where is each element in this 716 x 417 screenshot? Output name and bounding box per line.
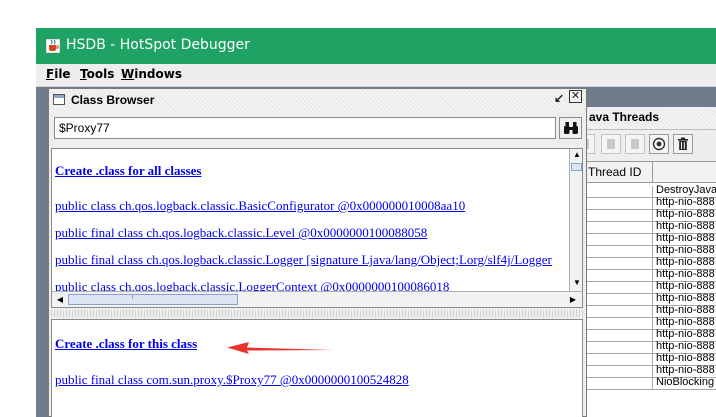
class-list-pane: Create .class for all classes public cla… bbox=[51, 148, 583, 308]
thread-name-cell: http-nio-888 bbox=[656, 316, 715, 328]
create-all-classes-link[interactable]: Create .class for all classes bbox=[55, 163, 201, 179]
class-browser-titlebar[interactable]: Class Browser ↙︎ ✕ bbox=[49, 89, 586, 113]
toolbar-disabled-button[interactable] bbox=[625, 134, 645, 154]
menu-bar: File Tools Windows bbox=[36, 64, 716, 87]
menu-tools[interactable]: Tools bbox=[80, 67, 114, 81]
window-title: HSDB - HotSpot Debugger bbox=[66, 37, 250, 53]
thread-id-cell bbox=[583, 234, 653, 245]
class-link[interactable]: public final class ch.qos.logback.classi… bbox=[55, 252, 552, 268]
java-threads-title: ava Threads bbox=[589, 110, 664, 124]
close-icon[interactable]: ✕ bbox=[569, 90, 582, 103]
scroll-grip bbox=[132, 294, 133, 299]
class-browser-title: Class Browser bbox=[71, 93, 159, 107]
thread-id-cell bbox=[583, 354, 653, 365]
thread-name-cell: http-nio-888 bbox=[656, 328, 715, 340]
thread-name-cell: http-nio-888 bbox=[656, 340, 715, 352]
java-threads-frame: ava Threads Thread ID DestroyJava http-ni… bbox=[575, 107, 716, 417]
trash-icon bbox=[678, 137, 688, 150]
horizontal-scrollbar[interactable]: ◀ ▶ bbox=[52, 291, 582, 307]
delete-thread-button[interactable] bbox=[673, 134, 693, 154]
frame-icon bbox=[53, 94, 65, 105]
thread-id-cell bbox=[583, 222, 653, 233]
menu-windows-label: indows bbox=[134, 67, 182, 81]
thread-id-cell bbox=[583, 318, 653, 329]
thread-name-cell: http-nio-888 bbox=[656, 352, 715, 364]
thread-name-cell: http-nio-888 bbox=[656, 280, 715, 292]
thread-id-cell bbox=[583, 270, 653, 281]
binoculars-icon bbox=[563, 122, 578, 134]
menu-file[interactable]: File bbox=[46, 67, 71, 81]
thread-id-cell bbox=[583, 366, 653, 377]
column-separator[interactable] bbox=[652, 162, 653, 182]
toolbar-disabled-button[interactable] bbox=[601, 134, 621, 154]
menu-windows[interactable]: Windows bbox=[121, 67, 182, 81]
scroll-down-icon[interactable]: ▼ bbox=[570, 277, 582, 289]
thread-name-cell: http-nio-888 bbox=[656, 232, 715, 244]
selected-class-link[interactable]: public final class com.sun.proxy.$Proxy7… bbox=[55, 372, 409, 388]
thread-id-cell bbox=[583, 258, 653, 269]
horizontal-scroll-thumb[interactable] bbox=[68, 294, 238, 305]
thread-id-cell bbox=[583, 294, 653, 305]
java-threads-titlebar[interactable]: ava Threads bbox=[583, 107, 716, 130]
inspect-thread-button[interactable] bbox=[649, 134, 669, 154]
split-pane-divider[interactable] bbox=[51, 310, 583, 317]
thread-id-cell bbox=[583, 186, 653, 197]
menu-tools-mnemonic: T bbox=[80, 67, 87, 81]
menu-file-label: ile bbox=[54, 67, 71, 81]
java-threads-toolbar bbox=[575, 130, 716, 160]
thread-name-cell: http-nio-888 bbox=[656, 196, 715, 208]
thread-name-cell: http-nio-888 bbox=[656, 208, 715, 220]
annotation-arrow-icon bbox=[227, 342, 333, 354]
thread-name-cell: http-nio-888 bbox=[656, 292, 715, 304]
menu-file-mnemonic: F bbox=[46, 67, 55, 81]
menu-windows-mnemonic: W bbox=[121, 67, 135, 81]
vertical-scrollbar[interactable]: ▲ ▼ bbox=[569, 149, 582, 291]
threads-table-body: DestroyJava http-nio-888 http-nio-888 http-… bbox=[583, 183, 716, 417]
title-bar: HSDB - HotSpot Debugger bbox=[36, 28, 716, 64]
class-browser-frame: Class Browser ↙︎ ✕ Create .class for all… bbox=[48, 88, 587, 417]
thread-id-cell bbox=[583, 246, 653, 257]
thread-id-cell bbox=[583, 378, 653, 389]
thread-id-cell bbox=[583, 342, 653, 353]
thread-id-cell bbox=[583, 198, 653, 209]
column-thread-id[interactable]: Thread ID bbox=[588, 165, 641, 179]
find-button[interactable] bbox=[559, 117, 582, 139]
disabled-icon bbox=[631, 139, 639, 149]
hsdb-window: HSDB - HotSpot Debugger File Tools Windo… bbox=[36, 28, 716, 417]
scroll-up-icon[interactable]: ▲ bbox=[570, 149, 582, 161]
class-link[interactable]: public class ch.qos.logback.classic.Basi… bbox=[55, 198, 465, 214]
thread-name-cell: http-nio-888 bbox=[656, 256, 715, 268]
thread-id-cell bbox=[583, 210, 653, 221]
thread-name-cell: http-nio-888 bbox=[656, 268, 715, 280]
thread-name-cell: http-nio-888 bbox=[656, 244, 715, 256]
minimize-icon[interactable]: ↙︎ bbox=[554, 91, 564, 105]
class-search-input[interactable] bbox=[54, 117, 556, 139]
thread-name-cell: http-nio-888 bbox=[656, 364, 715, 376]
thread-name-cell: http-nio-888 bbox=[656, 304, 715, 316]
vertical-scroll-thumb[interactable] bbox=[571, 163, 582, 171]
thread-name-cell: DestroyJava bbox=[656, 184, 716, 196]
scroll-right-icon[interactable]: ▶ bbox=[566, 293, 580, 306]
thread-id-cell bbox=[583, 306, 653, 317]
scroll-left-icon[interactable]: ◀ bbox=[53, 293, 67, 306]
java-cup-icon bbox=[46, 39, 60, 53]
class-link[interactable]: public final class ch.qos.logback.classi… bbox=[55, 225, 427, 241]
thread-id-cell bbox=[583, 282, 653, 293]
thread-name-cell: http-nio-888 bbox=[656, 220, 715, 232]
class-detail-pane: Create .class for this class public fina… bbox=[51, 319, 583, 417]
menu-tools-label: ools bbox=[86, 67, 115, 81]
threads-table-header: Thread ID bbox=[583, 161, 716, 183]
thread-name-cell: NioBlocking bbox=[656, 376, 715, 388]
disabled-icon bbox=[607, 139, 615, 149]
thread-row[interactable]: NioBlocking bbox=[583, 376, 716, 390]
create-this-class-link[interactable]: Create .class for this class bbox=[55, 336, 197, 352]
inspect-icon bbox=[652, 137, 666, 151]
thread-id-cell bbox=[583, 330, 653, 341]
